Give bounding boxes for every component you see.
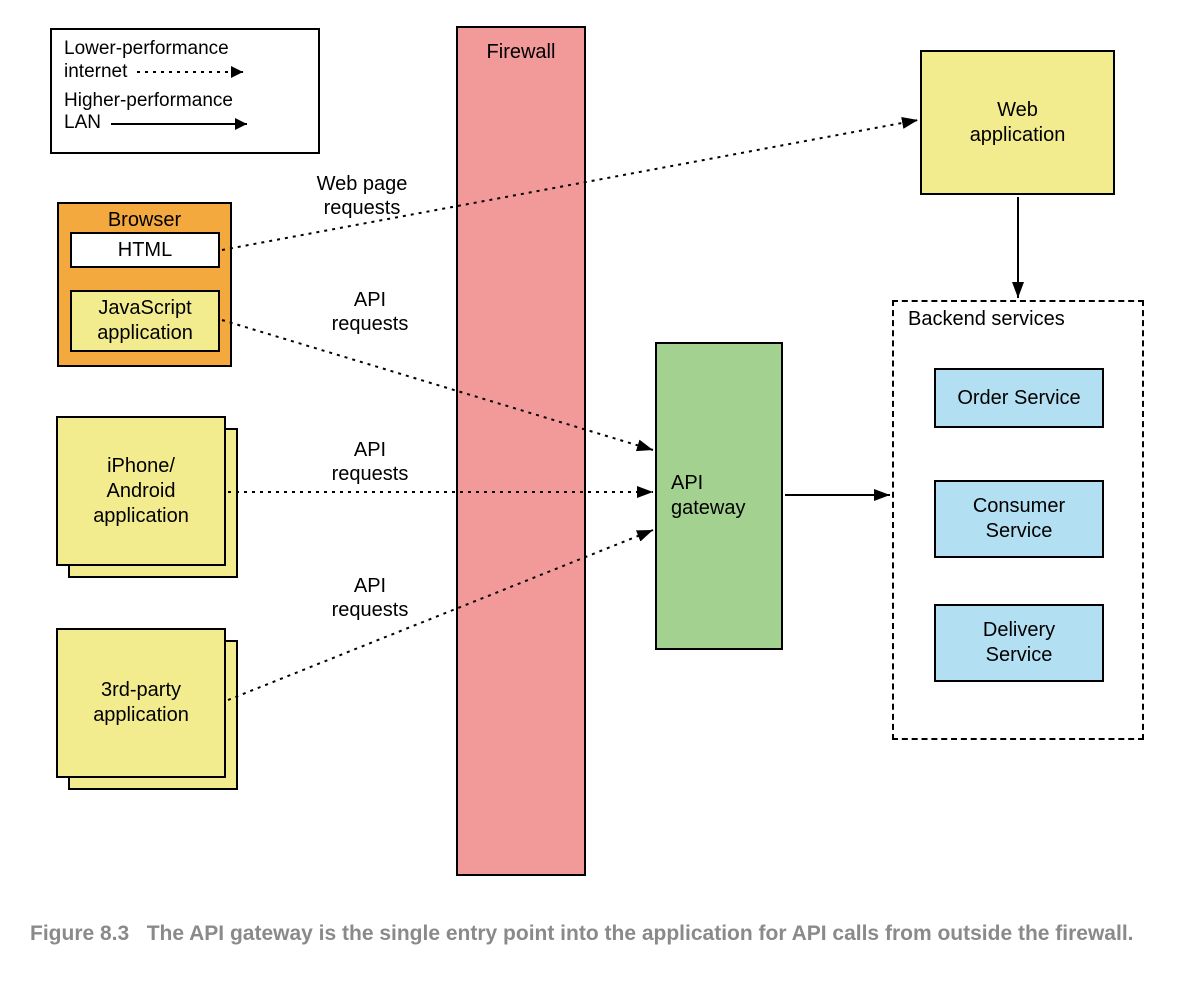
mobile-l3: application: [93, 504, 189, 529]
js-app-box: JavaScript application: [70, 290, 220, 352]
delivery-service-l1: Delivery: [983, 618, 1055, 643]
webapp-l2: application: [970, 123, 1066, 148]
legend-label-lan-l2: LAN: [64, 112, 101, 135]
order-service-box: Order Service: [934, 368, 1104, 428]
html-box: HTML: [70, 232, 220, 268]
webapp-l1: Web: [997, 98, 1038, 123]
legend-solid-arrow-icon: [109, 116, 259, 132]
delivery-service-l2: Service: [986, 643, 1053, 668]
legend-item-lan: Higher-performance LAN: [64, 90, 306, 136]
firewall-box: Firewall: [456, 26, 586, 876]
arrow-js-to-gateway: [222, 320, 653, 450]
consumer-service-box: Consumer Service: [934, 480, 1104, 558]
legend-box: Lower-performance internet Higher-perfor…: [50, 28, 320, 154]
figure-caption: Figure 8.3 The API gateway is the single…: [30, 920, 1150, 948]
arrow-3rdparty-to-gateway: [228, 530, 653, 700]
mobile-l1: iPhone/: [107, 454, 175, 479]
label-api-requests-3: API requests: [320, 574, 420, 622]
js-l2: application: [97, 321, 193, 346]
label-api-requests-1: API requests: [320, 288, 420, 336]
label-web-page-requests: Web page requests: [302, 172, 422, 220]
diagram-stage: Lower-performance internet Higher-perfor…: [0, 0, 1200, 994]
thirdparty-l1: 3rd-party: [101, 678, 181, 703]
figure-text: The API gateway is the single entry poin…: [147, 922, 1134, 945]
api-gateway-l1: API: [671, 471, 703, 496]
legend-item-internet: Lower-performance internet: [64, 38, 306, 84]
consumer-service-l1: Consumer: [973, 494, 1065, 519]
legend-label-internet-l1: Lower-performance: [64, 38, 229, 59]
legend-label-internet-l2: internet: [64, 61, 127, 84]
mobile-l2: Android: [107, 479, 176, 504]
backend-services-title: Backend services: [904, 308, 1069, 331]
firewall-label: Firewall: [487, 40, 556, 65]
delivery-service-box: Delivery Service: [934, 604, 1104, 682]
order-service-label: Order Service: [957, 386, 1080, 411]
label-api-requests-2: API requests: [320, 438, 420, 486]
legend-label-lan-l1: Higher-performance: [64, 90, 233, 111]
thirdparty-l2: application: [93, 703, 189, 728]
figure-number: Figure 8.3: [30, 922, 129, 945]
api-gateway-box: API gateway: [655, 342, 783, 650]
consumer-service-l2: Service: [986, 519, 1053, 544]
mobile-box: iPhone/ Android application: [56, 416, 226, 566]
api-gateway-l2: gateway: [671, 496, 746, 521]
html-label: HTML: [118, 238, 172, 263]
legend-dotted-arrow-icon: [135, 64, 255, 80]
browser-title: Browser: [108, 208, 181, 233]
js-l1: JavaScript: [98, 296, 191, 321]
thirdparty-box: 3rd-party application: [56, 628, 226, 778]
web-app-box: Web application: [920, 50, 1115, 195]
